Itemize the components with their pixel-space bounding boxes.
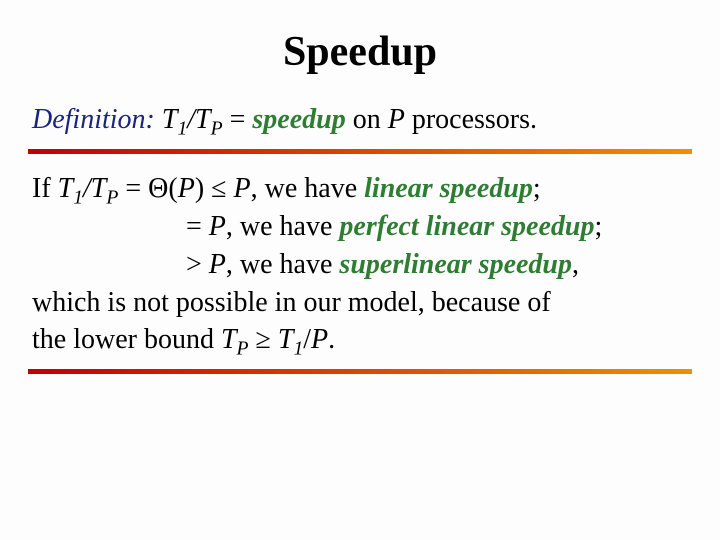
keyword-perfect: perfect linear speedup bbox=[339, 211, 594, 242]
divider-top bbox=[28, 149, 692, 154]
keyword-linear: linear speedup bbox=[364, 173, 533, 204]
body-line-5: the lower bound TP ≥ T1/P. bbox=[32, 321, 688, 359]
var-p-gt: P bbox=[209, 249, 226, 280]
text-le: ≤ bbox=[204, 173, 233, 204]
equals: = bbox=[223, 104, 253, 135]
body-line-3: > P, we have superlinear speedup, bbox=[32, 246, 688, 284]
sub-p-lb: P bbox=[237, 339, 249, 360]
text-eq-theta: = Θ( bbox=[118, 173, 177, 204]
var-t1: T bbox=[162, 104, 178, 135]
var-p-le: P bbox=[234, 173, 251, 204]
text-if: If bbox=[32, 173, 58, 204]
var-slash-tp: /T bbox=[187, 104, 210, 135]
body-line-1: If T1/TP = Θ(P) ≤ P, we have linear spee… bbox=[32, 170, 688, 208]
sub-1-b: 1 bbox=[73, 188, 83, 209]
text-dot: . bbox=[328, 324, 335, 355]
semi-1: ; bbox=[533, 173, 541, 204]
slide: Speedup Definition: T1/TP = speedup on P… bbox=[0, 0, 720, 410]
sub-1-lb: 1 bbox=[293, 339, 303, 360]
text-eq: = bbox=[186, 211, 209, 242]
text-we-have-3: , we have bbox=[226, 249, 340, 280]
sub-p-b: P bbox=[106, 188, 118, 209]
var-tp-lb: T bbox=[221, 324, 237, 355]
comma-3: , bbox=[572, 249, 579, 280]
text-lower-bound: the lower bound bbox=[32, 324, 221, 355]
slide-title: Speedup bbox=[28, 28, 692, 76]
var-slash-tp-b: /T bbox=[83, 173, 106, 204]
body-line-4: which is not possible in our model, beca… bbox=[32, 284, 688, 322]
var-p-theta: P bbox=[178, 173, 195, 204]
var-p-eq: P bbox=[209, 211, 226, 242]
body-text: If T1/TP = Θ(P) ≤ P, we have linear spee… bbox=[32, 170, 688, 359]
semi-2: ; bbox=[594, 211, 602, 242]
text-we-have-1: , we have bbox=[251, 173, 365, 204]
text-slash: / bbox=[303, 324, 311, 355]
var-t1-lb: T bbox=[278, 324, 294, 355]
divider-bottom bbox=[28, 369, 692, 374]
keyword-speedup: speedup bbox=[252, 104, 345, 135]
var-p: P bbox=[388, 104, 405, 135]
text-we-have-2: , we have bbox=[226, 211, 340, 242]
body-line-2: = P, we have perfect linear speedup; bbox=[32, 208, 688, 246]
sub-p: P bbox=[211, 119, 223, 140]
text-on: on bbox=[346, 104, 388, 135]
sub-1: 1 bbox=[177, 119, 187, 140]
keyword-super: superlinear speedup bbox=[339, 249, 572, 280]
text-close: ) bbox=[195, 173, 204, 204]
text-ge: ≥ bbox=[249, 324, 278, 355]
text-gt: > bbox=[186, 249, 209, 280]
var-p-lb: P bbox=[311, 324, 328, 355]
text-processors: processors. bbox=[405, 104, 537, 135]
var-t1-b: T bbox=[58, 173, 74, 204]
definition-line: Definition: T1/TP = speedup on P process… bbox=[32, 100, 688, 139]
definition-label: Definition: bbox=[32, 104, 155, 135]
